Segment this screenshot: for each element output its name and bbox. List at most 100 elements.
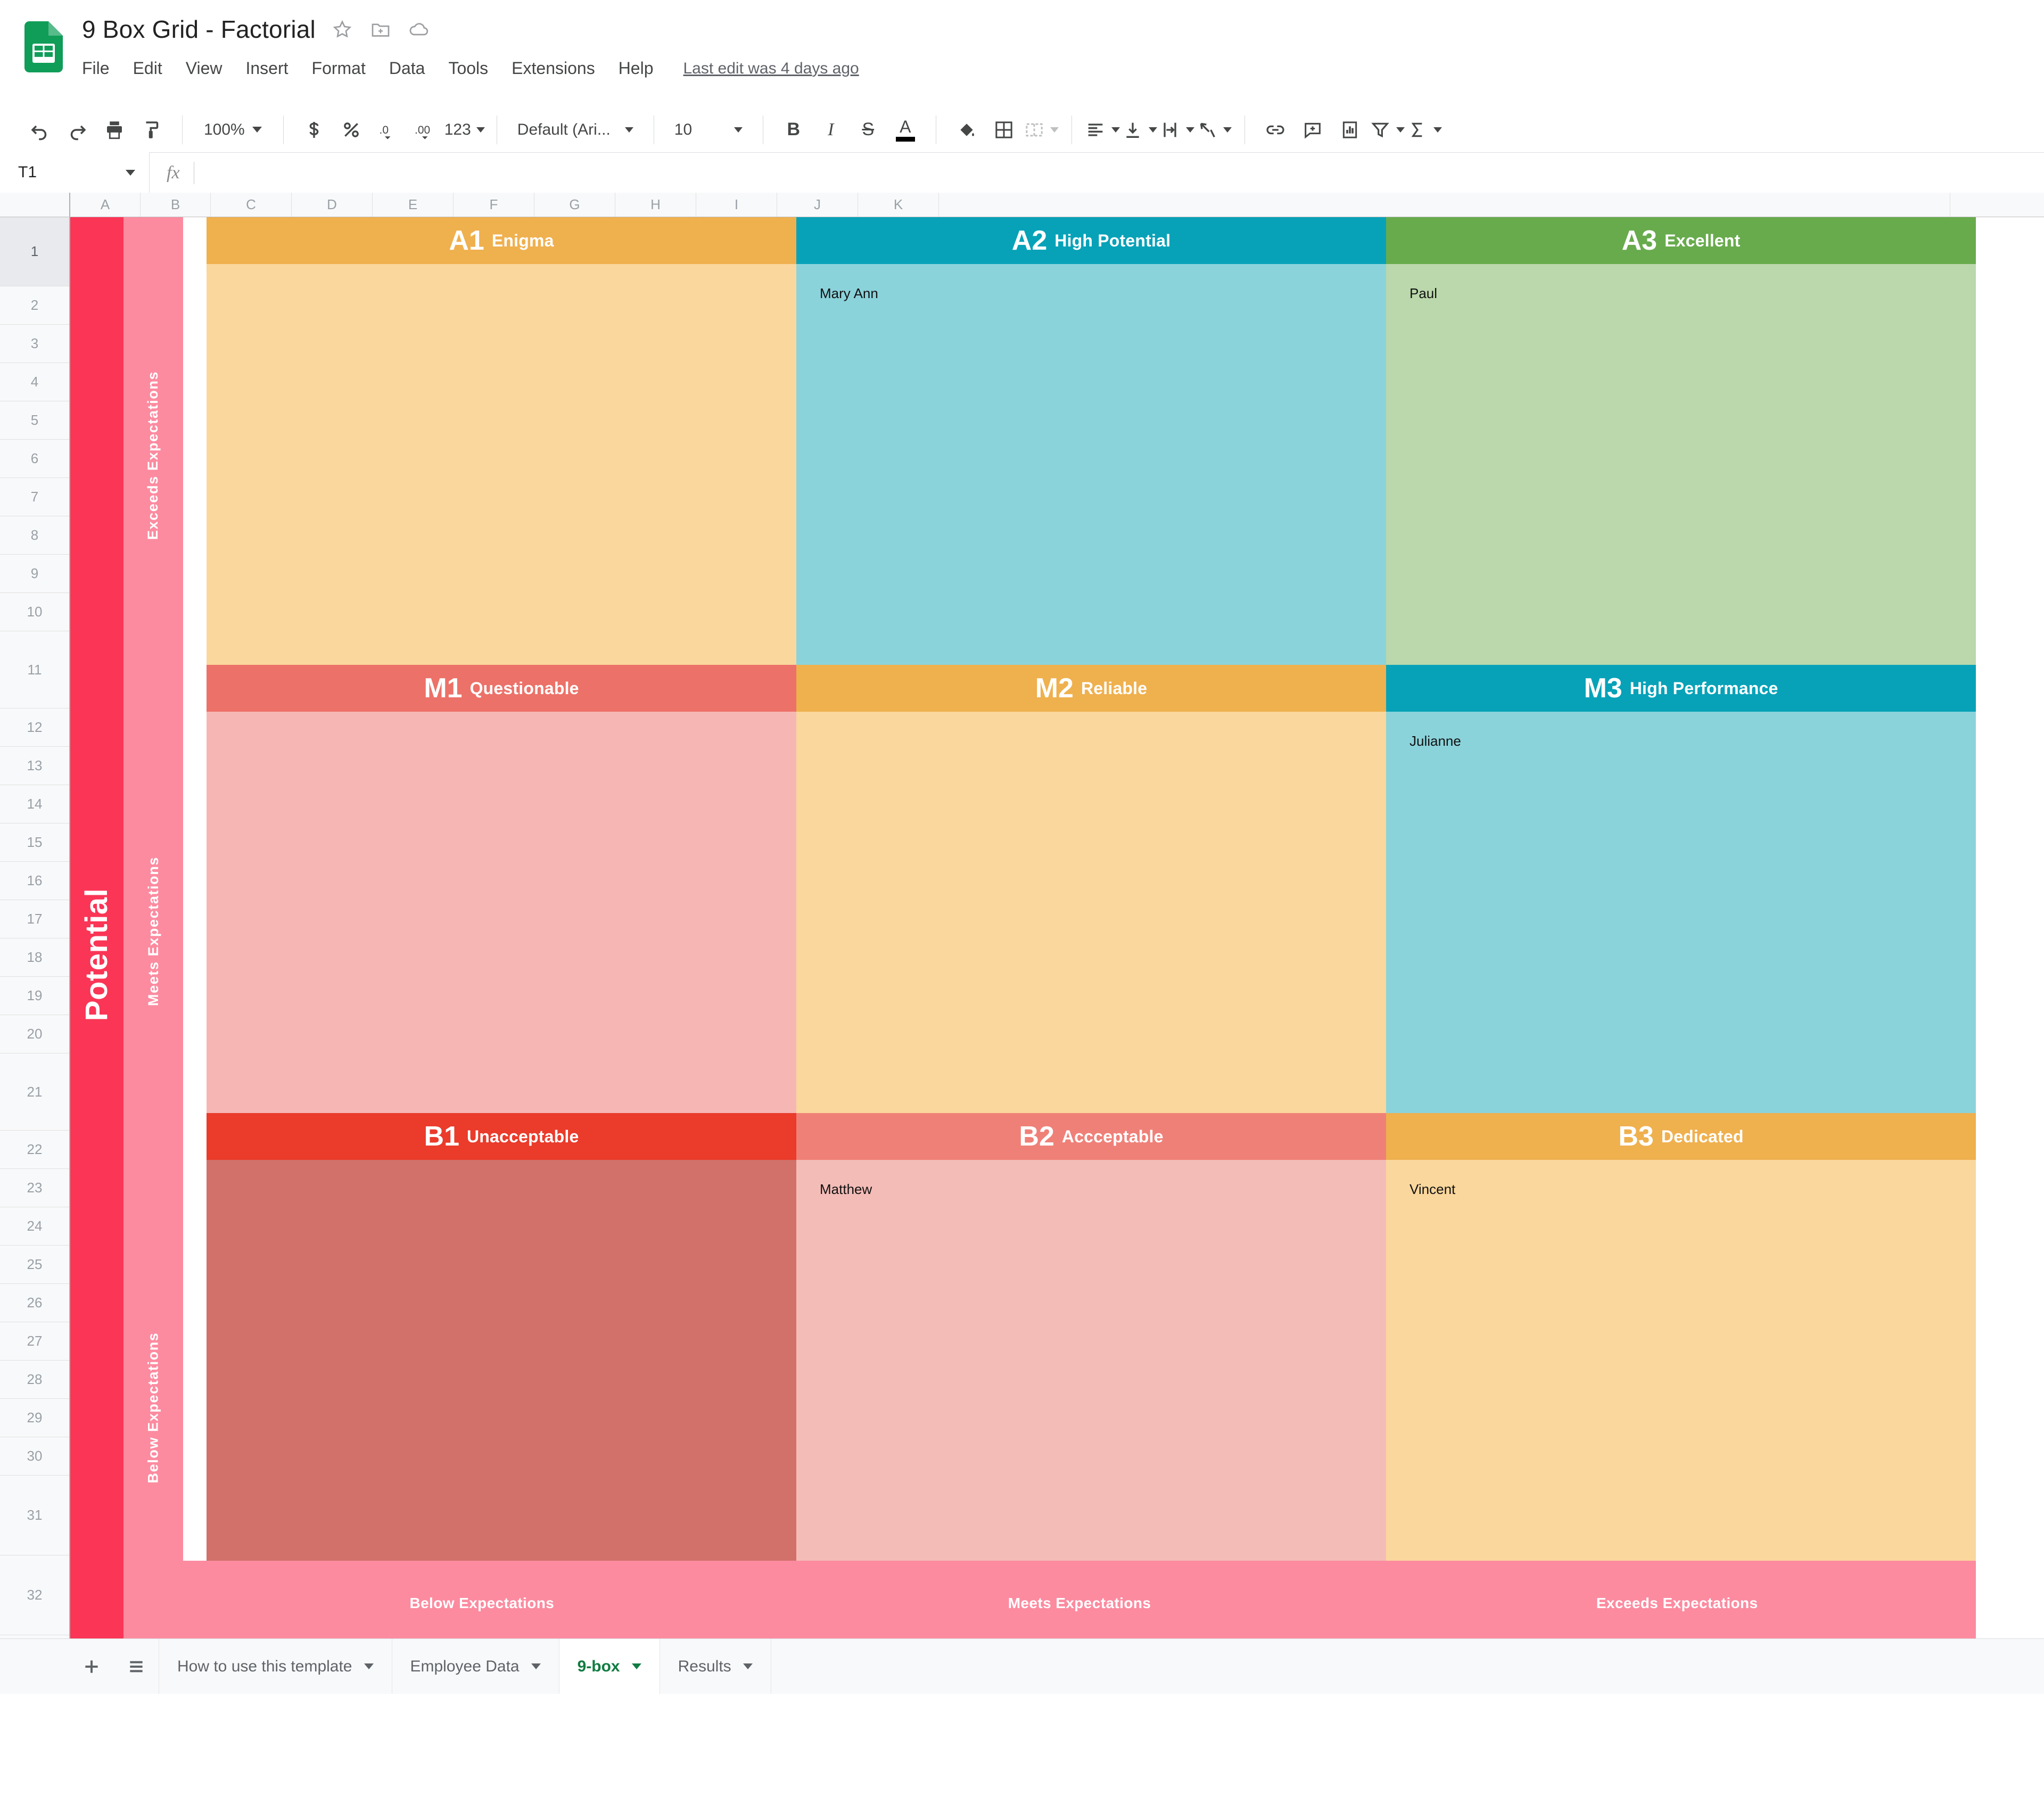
column-header-i[interactable]: I (696, 193, 777, 217)
row-header-32[interactable]: 32 (0, 1555, 69, 1635)
redo-icon[interactable] (59, 111, 96, 149)
menu-insert[interactable]: Insert (234, 54, 300, 83)
sheet-tab-results[interactable]: Results (660, 1638, 771, 1694)
column-header-d[interactable]: D (292, 193, 373, 217)
insert-comment-icon[interactable] (1294, 111, 1331, 149)
nine-box-body-m2[interactable] (796, 712, 1386, 1113)
menu-view[interactable]: View (174, 54, 234, 83)
sheet-tab-employee-data[interactable]: Employee Data (392, 1638, 559, 1694)
move-to-folder-icon[interactable] (369, 18, 392, 41)
row-header-27[interactable]: 27 (0, 1322, 69, 1361)
cloud-saved-icon[interactable] (407, 18, 431, 41)
number-format-control[interactable]: 123 (444, 111, 485, 149)
row-header-24[interactable]: 24 (0, 1207, 69, 1246)
print-icon[interactable] (96, 111, 133, 149)
nine-box-cell-m2[interactable]: M2 Reliable (796, 665, 1386, 1113)
row-header-16[interactable]: 16 (0, 862, 69, 900)
row-header-15[interactable]: 15 (0, 823, 69, 862)
column-header-k[interactable]: K (858, 193, 939, 217)
nine-box-body-b2[interactable]: Matthew (796, 1159, 1386, 1561)
nine-box-cell-a1[interactable]: A1 Enigma (207, 217, 796, 665)
page-title[interactable]: 9 Box Grid - Factorial (82, 15, 316, 44)
row-header-31[interactable]: 31 (0, 1476, 69, 1555)
row-header-2[interactable]: 2 (0, 286, 69, 325)
bold-button[interactable]: B (775, 111, 812, 149)
sheet-tab-9-box[interactable]: 9-box (559, 1638, 660, 1694)
sigma-functions-icon[interactable] (1406, 111, 1443, 149)
row-header-3[interactable]: 3 (0, 325, 69, 363)
zoom-control[interactable]: 100% (194, 111, 271, 149)
row-header-1[interactable]: 1 (0, 217, 69, 286)
column-header-b[interactable]: B (141, 193, 211, 217)
decrease-decimal-icon[interactable]: .0 (370, 111, 407, 149)
nine-box-cell-a2[interactable]: A2 High Potential Mary Ann (796, 217, 1386, 665)
insert-chart-icon[interactable] (1331, 111, 1369, 149)
menu-tools[interactable]: Tools (436, 54, 500, 83)
select-all-corner[interactable] (0, 193, 70, 217)
strikethrough-button[interactable]: S (850, 111, 887, 149)
row-header-26[interactable]: 26 (0, 1284, 69, 1322)
filter-icon[interactable] (1369, 111, 1406, 149)
column-header-e[interactable]: E (373, 193, 454, 217)
row-header-25[interactable]: 25 (0, 1246, 69, 1284)
font-size-control[interactable]: 10 (666, 111, 751, 149)
row-header-13[interactable]: 13 (0, 747, 69, 785)
row-header-17[interactable]: 17 (0, 900, 69, 938)
chevron-down-icon[interactable] (531, 1663, 541, 1669)
nine-box-body-m1[interactable] (207, 712, 796, 1113)
font-family-control[interactable]: Default (Ari... (509, 111, 642, 149)
nine-box-cell-b2[interactable]: B2 Accceptable Matthew (796, 1113, 1386, 1561)
row-header-20[interactable]: 20 (0, 1015, 69, 1053)
fill-color-icon[interactable] (948, 111, 985, 149)
row-header-10[interactable]: 10 (0, 593, 69, 631)
row-header-30[interactable]: 30 (0, 1437, 69, 1476)
column-header-c[interactable]: C (211, 193, 292, 217)
borders-icon[interactable] (985, 111, 1023, 149)
paint-format-icon[interactable] (133, 111, 170, 149)
column-header-a[interactable]: A (70, 193, 141, 217)
nine-box-body-a2[interactable]: Mary Ann (796, 264, 1386, 665)
formula-input[interactable]: fx (149, 152, 2044, 193)
nine-box-cell-b1[interactable]: B1 Unacceptable (207, 1113, 796, 1561)
undo-icon[interactable] (21, 111, 59, 149)
all-sheets-icon[interactable] (114, 1639, 159, 1694)
nine-box-body-m3[interactable]: Julianne (1386, 712, 1976, 1113)
row-header-9[interactable]: 9 (0, 555, 69, 593)
text-wrap-icon[interactable] (1158, 111, 1196, 149)
row-header-8[interactable]: 8 (0, 516, 69, 555)
row-header-22[interactable]: 22 (0, 1131, 69, 1169)
align-bottom-icon[interactable] (1121, 111, 1158, 149)
merge-cells-icon[interactable] (1023, 111, 1060, 149)
row-header-23[interactable]: 23 (0, 1169, 69, 1207)
row-header-7[interactable]: 7 (0, 478, 69, 516)
column-header-h[interactable]: H (615, 193, 696, 217)
text-color-button[interactable]: A (887, 111, 924, 149)
row-header-19[interactable]: 19 (0, 977, 69, 1015)
row-header-12[interactable]: 12 (0, 708, 69, 747)
sheet-tab-how-to-use-this-template[interactable]: How to use this template (159, 1638, 392, 1694)
chevron-down-icon[interactable] (631, 1663, 641, 1669)
row-header-29[interactable]: 29 (0, 1399, 69, 1437)
column-header-f[interactable]: F (454, 193, 534, 217)
nine-box-cell-m3[interactable]: M3 High Performance Julianne (1386, 665, 1976, 1113)
row-header-6[interactable]: 6 (0, 440, 69, 478)
row-header-5[interactable]: 5 (0, 401, 69, 440)
percent-icon[interactable] (333, 111, 370, 149)
row-header-18[interactable]: 18 (0, 938, 69, 977)
text-rotation-icon[interactable] (1196, 111, 1233, 149)
insert-link-icon[interactable] (1257, 111, 1294, 149)
row-header-11[interactable]: 11 (0, 631, 69, 708)
nine-box-cell-a3[interactable]: A3 Excellent Paul (1386, 217, 1976, 665)
nine-box-cell-b3[interactable]: B3 Dedicated Vincent (1386, 1113, 1976, 1561)
nine-box-body-b3[interactable]: Vincent (1386, 1159, 1976, 1561)
increase-decimal-icon[interactable]: .00 (407, 111, 444, 149)
row-header-28[interactable]: 28 (0, 1361, 69, 1399)
name-box[interactable]: T1 (0, 152, 149, 193)
align-left-icon[interactable] (1084, 111, 1121, 149)
row-header-14[interactable]: 14 (0, 785, 69, 823)
row-header-4[interactable]: 4 (0, 363, 69, 401)
chevron-down-icon[interactable] (743, 1663, 753, 1669)
menu-data[interactable]: Data (377, 54, 437, 83)
column-header-g[interactable]: G (534, 193, 615, 217)
nine-box-body-a1[interactable] (207, 264, 796, 665)
